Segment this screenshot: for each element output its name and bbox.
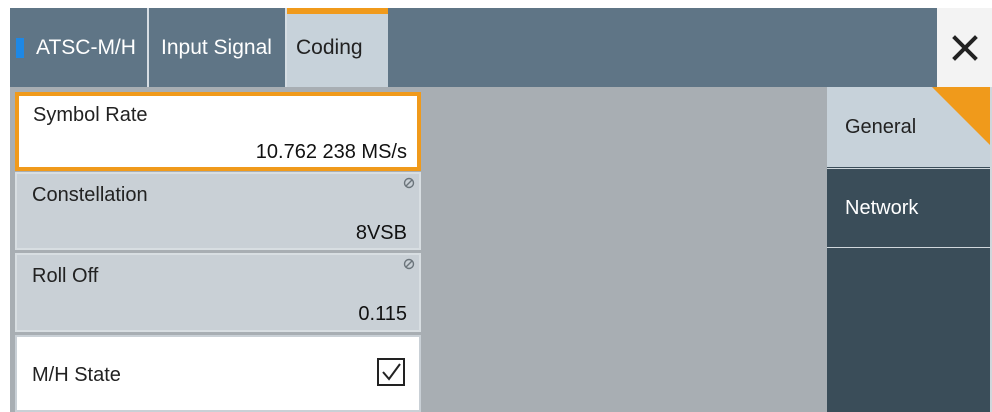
roll-off-field: Roll Off 0.115: [15, 253, 421, 332]
checkmark-icon: [382, 363, 401, 381]
constellation-value: 8VSB: [355, 222, 407, 244]
tab-bar: ATSC-M/H Input Signal Coding: [10, 8, 992, 87]
tab-atsc-mh-label: ATSC-M/H: [36, 35, 136, 59]
tab-input-signal-label: Input Signal: [161, 35, 272, 59]
not-editable-icon: [403, 177, 415, 189]
symbol-rate-value: 10.762 238 MS/s: [255, 141, 407, 163]
symbol-rate-label: Symbol Rate: [33, 104, 148, 126]
symbol-rate-field[interactable]: Symbol Rate 10.762 238 MS/s: [15, 92, 421, 171]
tab-coding[interactable]: Coding: [287, 8, 388, 87]
side-navigation: General Network: [827, 87, 992, 412]
not-editable-icon: [403, 258, 415, 270]
side-nav-network-label: Network: [845, 196, 919, 219]
dialog-frame: ATSC-M/H Input Signal Coding Symbol Rate…: [10, 8, 992, 412]
active-tab-indicator: [287, 8, 388, 14]
mh-state-label: M/H State: [32, 364, 121, 386]
selected-corner-indicator: [932, 87, 990, 145]
tab-input-signal[interactable]: Input Signal: [149, 8, 285, 87]
constellation-label: Constellation: [32, 184, 148, 206]
mh-state-field[interactable]: M/H State: [15, 335, 421, 412]
tab-atsc-mh[interactable]: ATSC-M/H: [10, 8, 147, 87]
side-nav-network[interactable]: Network: [827, 168, 990, 248]
blue-marker-icon: [16, 37, 24, 58]
roll-off-value: 0.115: [358, 303, 407, 325]
mh-state-checkbox[interactable]: [377, 358, 405, 386]
close-button[interactable]: [937, 8, 992, 87]
tab-coding-label: Coding: [296, 35, 363, 59]
side-nav-general[interactable]: General: [827, 87, 990, 167]
roll-off-label: Roll Off: [32, 265, 99, 287]
close-icon: [951, 34, 978, 61]
side-nav-general-label: General: [845, 115, 917, 138]
constellation-field: Constellation 8VSB: [15, 172, 421, 250]
